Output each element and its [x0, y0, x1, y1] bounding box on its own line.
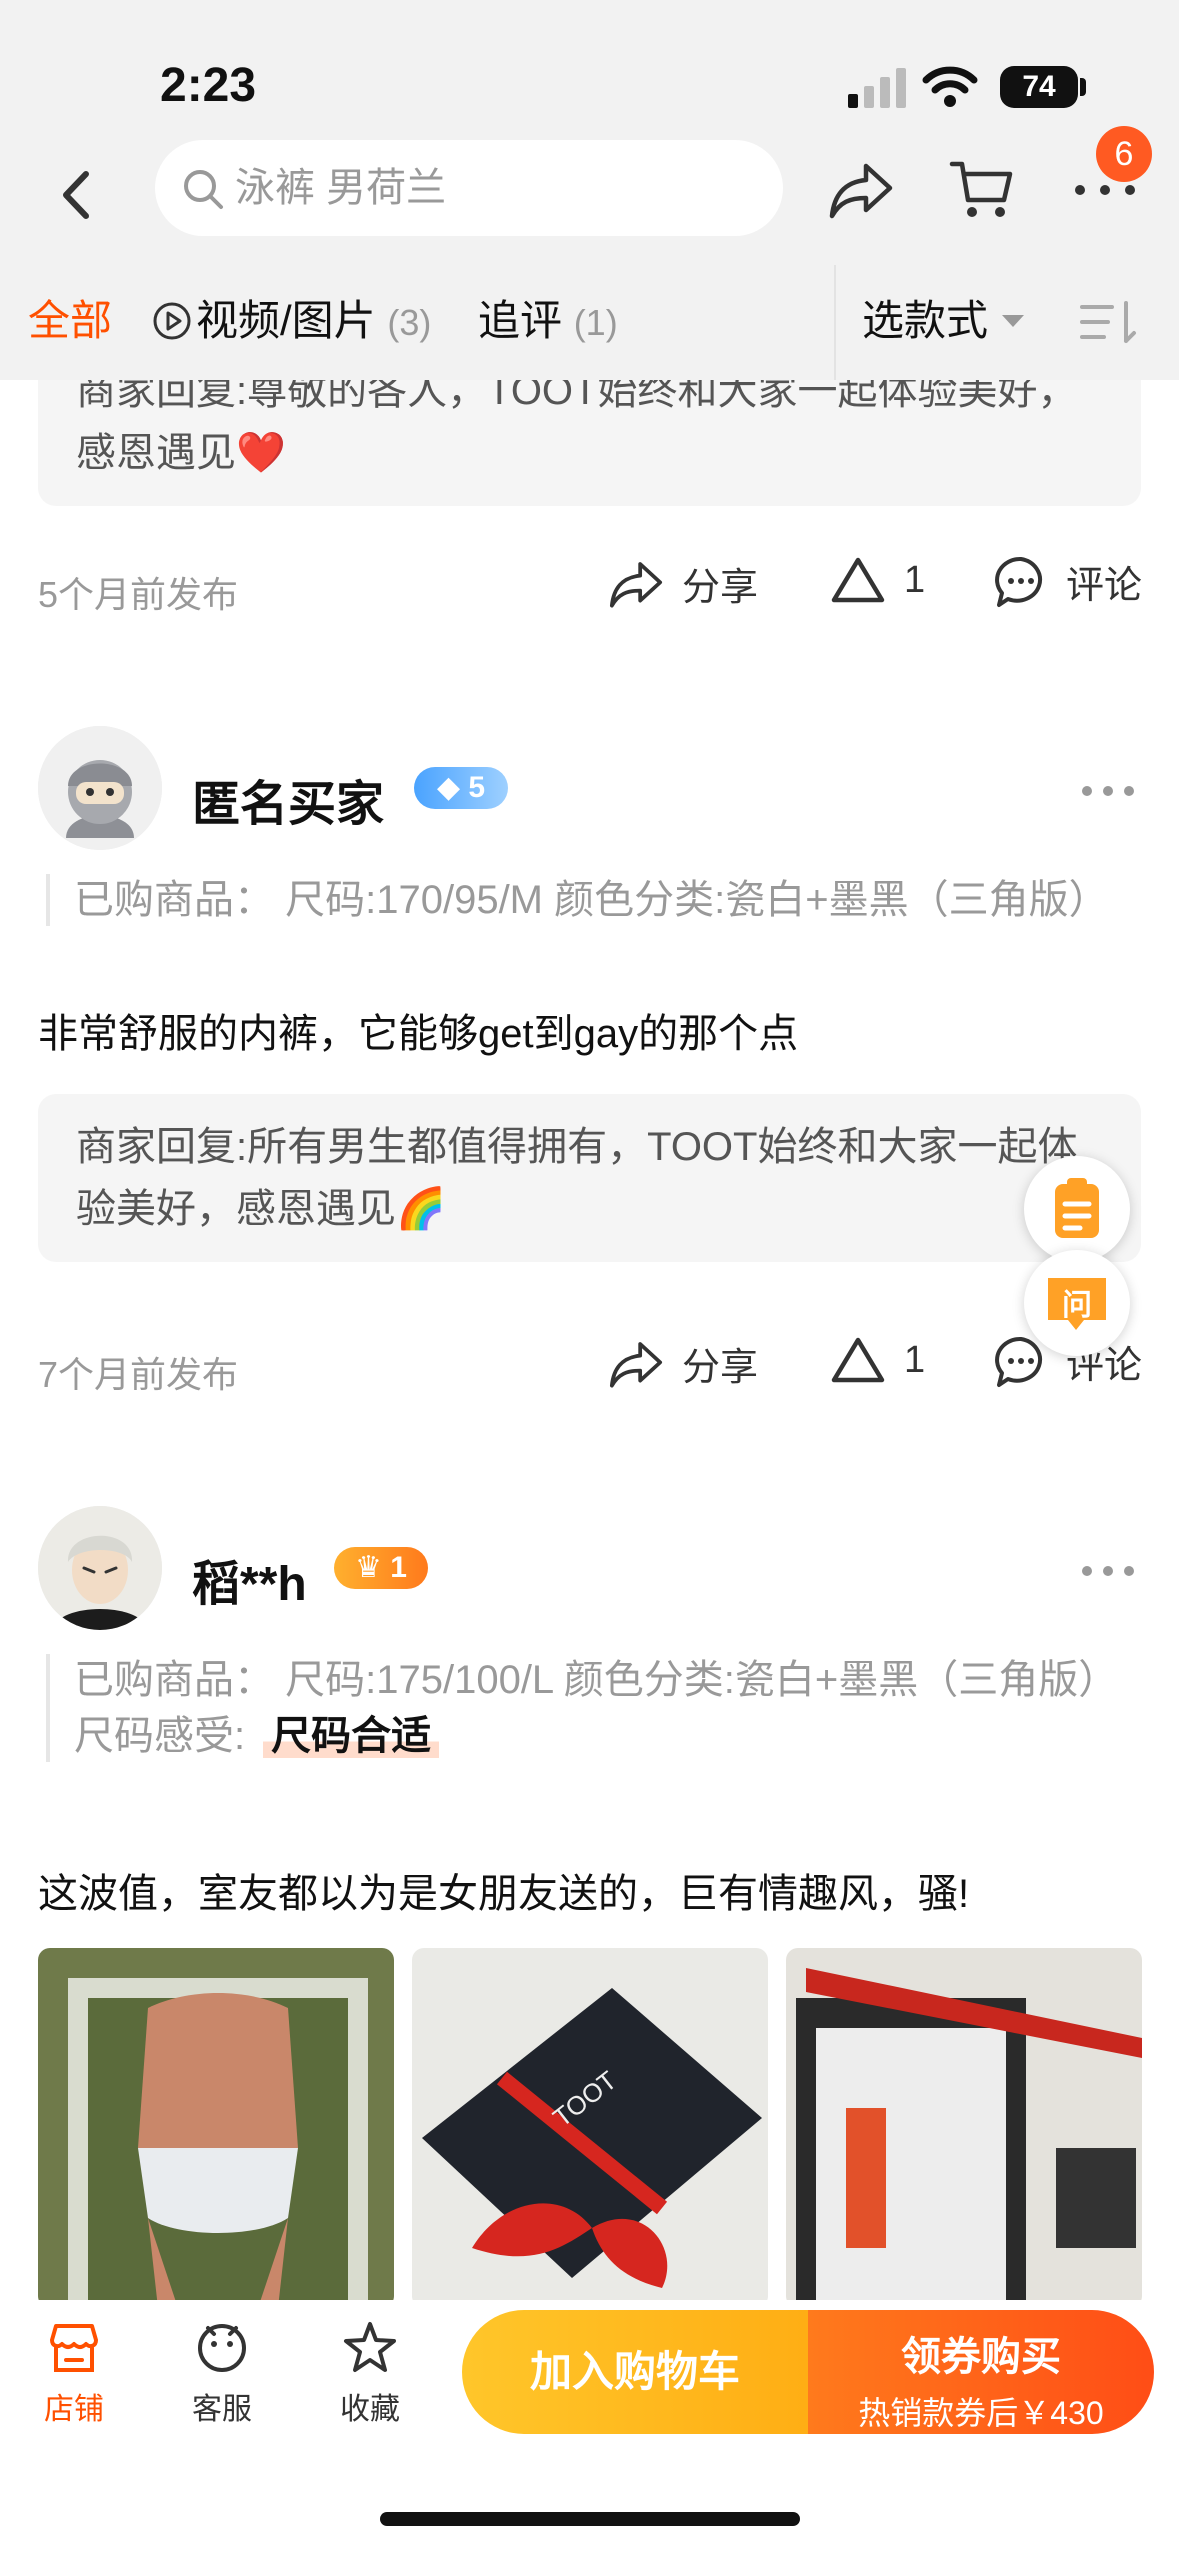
tab-all[interactable]: 全部 — [28, 293, 112, 349]
size-feel-row: 尺码感受: 尺码合适 — [74, 1710, 1141, 1762]
share-label: 分享 — [682, 1347, 759, 1389]
review-photo[interactable] — [786, 1948, 1142, 2300]
comment-label: 评论 — [1066, 565, 1143, 607]
review-text: 这波值，室友都以为是女朋友送的，巨有情趣风，骚! — [38, 1872, 970, 1916]
review-list: 商家回复:尊敬的各人，TOOT始终和大家一起体验美好，感恩遇见❤️ 5个月前发布… — [0, 380, 1179, 2300]
like-button[interactable]: 1 — [830, 556, 925, 604]
heart-emoji-icon: ❤️ — [236, 430, 286, 476]
share-button[interactable]: 分享 — [608, 1336, 758, 1391]
review-time: 7个月前发布 — [38, 1354, 239, 1395]
share-button[interactable]: 分享 — [608, 556, 758, 611]
reply-text: 商家回复:所有男生都值得拥有，TOOT始终和大家一起体验美好，感恩遇见 — [76, 1125, 1078, 1231]
comment-bubble-icon — [995, 556, 1042, 607]
rainbow-emoji-icon: 🌈 — [396, 1186, 446, 1232]
style-select-dropdown[interactable]: 选款式 — [862, 293, 1025, 349]
tab-video-image[interactable]: 视频/图片 (3) — [152, 293, 431, 351]
like-button[interactable]: 1 — [830, 1336, 925, 1384]
tab-follow-label: 追评 — [478, 297, 563, 344]
tabs-divider — [834, 265, 836, 380]
ask-label: 问 — [1062, 1289, 1092, 1322]
review-text: 非常舒服的内裤，它能够get到gay的那个点 — [38, 1012, 799, 1056]
search-bar[interactable]: 泳裤 男荷兰 — [155, 140, 783, 236]
tab-follow-count: (1) — [573, 302, 618, 343]
share-icon — [609, 561, 663, 608]
clipboard-icon — [1055, 1178, 1099, 1238]
add-to-cart-button[interactable]: 加入购物车 — [462, 2310, 808, 2434]
floating-ask-button[interactable]: 问 — [1024, 1250, 1130, 1356]
search-icon — [184, 170, 223, 209]
triangle-like-icon — [831, 1337, 885, 1383]
triangle-like-icon — [831, 557, 885, 603]
avatar[interactable] — [38, 1506, 162, 1630]
chevron-down-icon — [1002, 315, 1025, 327]
shop-label: 店铺 — [44, 2393, 104, 2426]
favorite-button[interactable]: 收藏 — [310, 2320, 430, 2428]
like-count: 1 — [904, 1338, 926, 1381]
favorite-label: 收藏 — [340, 2393, 400, 2426]
cart-count-badge: 6 — [1096, 126, 1152, 182]
shop-button[interactable]: 店铺 — [14, 2320, 134, 2428]
list-view-icon[interactable] — [1078, 299, 1138, 345]
username: 匿名买家 — [192, 778, 385, 831]
like-count: 1 — [904, 558, 926, 601]
review-photo[interactable]: TOOT — [412, 1948, 768, 2300]
size-feel-label: 尺码感受: — [74, 1714, 246, 1758]
review-photo[interactable] — [38, 1948, 394, 2300]
filter-tabs: 全部 视频/图片 (3) 追评 (1) 选款式 — [0, 265, 1179, 380]
crown-icon: ♛ — [355, 1551, 382, 1584]
search-placeholder: 泳裤 男荷兰 — [235, 166, 447, 210]
wifi-icon — [922, 66, 978, 107]
member-level: 1 — [390, 1551, 407, 1584]
style-select-label: 选款式 — [862, 297, 989, 344]
cellular-signal-icon — [848, 68, 906, 108]
customer-service-button[interactable]: 客服 — [162, 2320, 282, 2428]
purchase-details: 已购商品： 尺码:175/100/L 颜色分类:瓷白+墨黑（三角版） — [74, 1658, 1119, 1702]
comment-button[interactable]: 评论 — [994, 554, 1142, 609]
more-options-icon[interactable] — [1080, 784, 1136, 798]
review-time: 5个月前发布 — [38, 574, 239, 615]
home-indicator — [380, 2512, 800, 2526]
cart-icon[interactable] — [948, 156, 1016, 224]
store-icon — [50, 2324, 98, 2372]
merchant-reply: 商家回复:尊敬的各人，TOOT始终和大家一起体验美好，感恩遇见❤️ — [38, 380, 1141, 506]
tab-video-label: 视频/图片 — [196, 297, 376, 344]
share-label: 分享 — [682, 567, 759, 609]
play-circle-icon — [153, 302, 191, 340]
star-icon — [344, 2322, 396, 2372]
size-feel-value: 尺码合适 — [263, 1714, 440, 1758]
purchased-item-info: 已购商品： 尺码:170/95/M 颜色分类:瓷白+墨黑（三角版） — [46, 874, 1141, 926]
gift-box-photo: TOOT — [412, 1948, 768, 2300]
merchant-reply: 商家回复:所有男生都值得拥有，TOOT始终和大家一起体验美好，感恩遇见🌈 — [38, 1094, 1141, 1262]
member-level: 5 — [468, 771, 486, 804]
status-time: 2:23 — [160, 59, 257, 112]
purchased-item-info: 已购商品： 尺码:175/100/L 颜色分类:瓷白+墨黑（三角版） 尺码感受:… — [46, 1654, 1141, 1762]
reply-text: 商家回复:尊敬的各人，TOOT始终和大家一起体验美好，感恩遇见 — [76, 380, 1078, 475]
battery-tip — [1080, 78, 1086, 96]
more-options-icon[interactable] — [1080, 1564, 1136, 1578]
service-face-icon — [198, 2324, 246, 2372]
underwear-model-photo — [38, 1948, 394, 2300]
share-icon — [609, 1341, 663, 1388]
open-box-photo — [786, 1948, 1142, 2300]
username: 稻**h — [192, 1558, 307, 1611]
battery-indicator: 74 — [1000, 66, 1078, 108]
top-area: 2:23 74 泳裤 男荷兰 6 — [0, 0, 1179, 265]
floating-notes-button[interactable] — [1024, 1156, 1130, 1262]
member-level-badge: ◆ 5 — [414, 767, 508, 809]
anime-avatar-icon — [38, 1506, 162, 1630]
avatar[interactable] — [38, 726, 162, 850]
share-icon[interactable] — [828, 160, 894, 220]
member-level-badge: ♛ 1 — [334, 1547, 428, 1589]
tab-video-count: (3) — [387, 302, 432, 343]
buy-label: 领券购买 — [901, 2335, 1061, 2379]
back-arrow-icon[interactable] — [50, 160, 100, 230]
buy-price-note: 热销款券后￥430 — [858, 2395, 1104, 2431]
service-label: 客服 — [192, 2393, 252, 2426]
buy-with-coupon-button[interactable]: 领券购买 热销款券后￥430 — [808, 2310, 1154, 2434]
tab-follow-up[interactable]: 追评 (1) — [478, 293, 618, 351]
more-icon[interactable] — [1070, 178, 1140, 202]
diamond-icon: ◆ — [436, 771, 461, 804]
anonymous-avatar-icon — [38, 726, 162, 850]
